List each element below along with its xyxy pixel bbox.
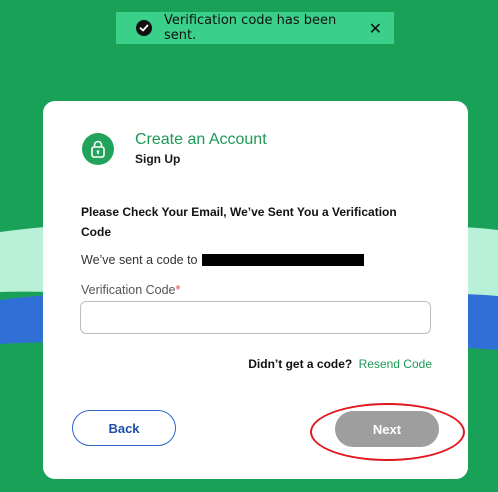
resend-row: Didn’t get a code? Resend Code [248,357,432,371]
back-button[interactable]: Back [72,410,176,446]
resend-code-link[interactable]: Resend Code [359,357,432,371]
sent-to-line: We’ve sent a code to [81,253,364,267]
toast-message: Verification code has been sent. [164,13,337,43]
verification-code-label: Verification Code* [81,283,180,297]
verification-code-label-text: Verification Code [81,283,176,297]
page-subtitle: Sign Up [135,152,181,166]
instruction-heading: Please Check Your Email, We’ve Sent You … [81,205,397,239]
sent-to-text: We’ve sent a code to [81,253,198,267]
close-icon[interactable]: ✕ [369,19,382,38]
redacted-email [201,254,364,266]
lock-icon [82,133,114,165]
notification-toast: Verification code has been sent. ✕ [116,12,394,44]
check-circle-icon [136,20,152,36]
required-mark: * [175,283,181,297]
signup-card: Create an Account Sign Up Please Check Y… [43,101,468,479]
resend-question: Didn’t get a code? [248,357,353,371]
verification-code-input[interactable] [80,301,431,334]
page-title: Create an Account [135,131,267,148]
next-button[interactable]: Next [335,411,439,447]
